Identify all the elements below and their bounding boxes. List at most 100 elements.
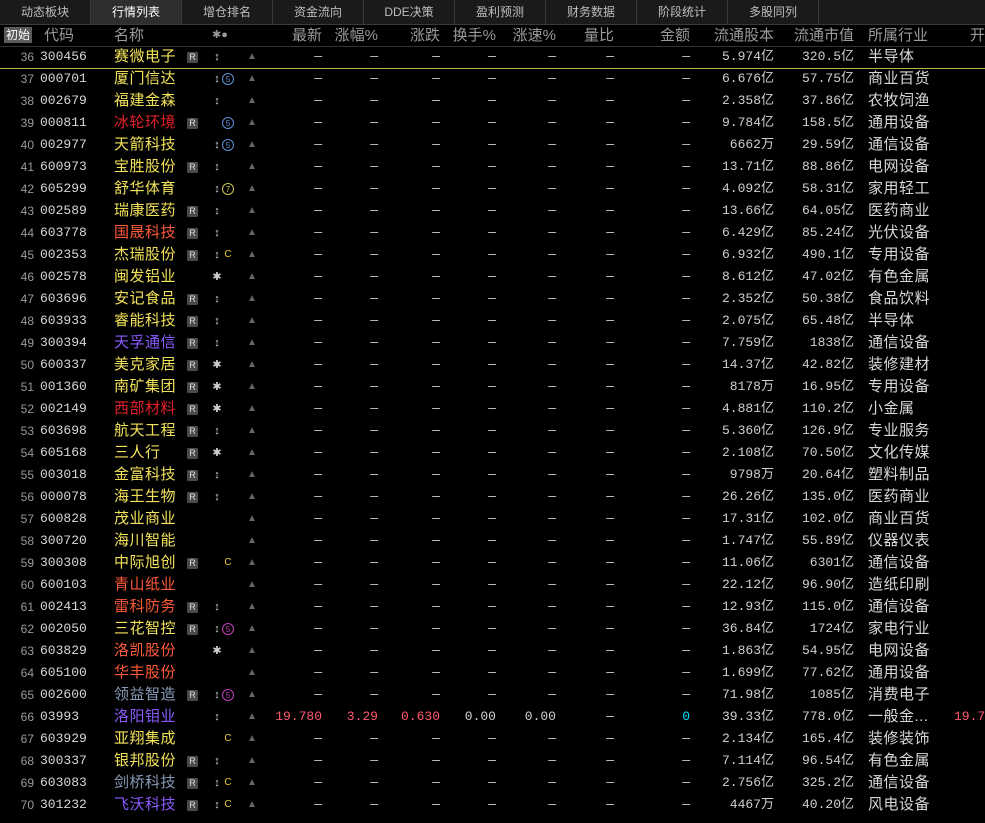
latest-price: — [314, 247, 322, 262]
table-row[interactable]: 42 605299 舒华体育 ▲ — — — — — — — 4.092亿 58.31亿 家用轻工 ↕ 7 [0, 178, 985, 200]
table-row[interactable]: 70 301232 飞沃科技 ▲ — — — — — — — 4467万 40.20亿 风电设备 R ↕ C [0, 794, 985, 816]
stock-code: 300337 [40, 753, 87, 768]
turnover-rate: — [488, 775, 496, 790]
rise-speed: — [548, 577, 556, 592]
table-row[interactable]: 63 603829 洛凯股份 ▲ — — — — — — — 1.863亿 54.95亿 电网设备 ✱ [0, 640, 985, 662]
tab-3[interactable]: 增仓排名 [182, 0, 273, 24]
float-shares: 7.759亿 [721, 335, 774, 350]
turnover-rate: — [488, 181, 496, 196]
table-row[interactable]: 47 603696 安记食品 ▲ — — — — — — — 2.352亿 50.38亿 食品饮料 R ↕ [0, 288, 985, 310]
row-index: 38 [20, 94, 34, 108]
trade-amount: — [682, 335, 690, 350]
col-pct[interactable]: 涨幅% [326, 25, 378, 46]
tab-2[interactable]: 行情列表 [91, 0, 182, 24]
tab-7[interactable]: 财务数据 [546, 0, 637, 24]
stock-name: 宝胜股份 [114, 158, 177, 175]
col-industry[interactable]: 所属行业 [868, 25, 928, 46]
rise-speed: — [548, 511, 556, 526]
col-speed[interactable]: 涨速% [500, 25, 556, 46]
bell-icon: ▲ [247, 513, 257, 524]
updown-icon: ↕ [214, 139, 220, 151]
latest-price: — [314, 93, 322, 108]
table-row[interactable]: 58 300720 海川智能 ▲ — — — — — — — 1.747亿 55.89亿 仪器仪表 [0, 530, 985, 552]
table-row[interactable]: 38 002679 福建金森 ▲ — — — — — — — 2.358亿 37.86亿 农牧饲渔 ↕ [0, 90, 985, 112]
stock-name: 洛阳钼业 [114, 708, 177, 725]
tab-6[interactable]: 盈利预测 [455, 0, 546, 24]
table-row[interactable]: 50 600337 美克家居 ▲ — — — — — — — 14.37亿 42.82亿 装修建材 R ✱ [0, 354, 985, 376]
trade-amount: — [682, 137, 690, 152]
table-row[interactable]: 53 603698 航天工程 ▲ — — — — — — — 5.360亿 126.9亿 专业服务 R ↕ [0, 420, 985, 442]
turnover-rate: — [488, 225, 496, 240]
table-row[interactable]: 61 002413 雷科防务 ▲ — — — — — — — 12.93亿 115.0亿 通信设备 R ↕ [0, 596, 985, 618]
table-row[interactable]: 56 000078 海王生物 ▲ — — — — — — — 26.26亿 135.0亿 医药商业 R ↕ [0, 486, 985, 508]
table-row[interactable]: 40 002977 天箭科技 ▲ — — — — — — — 6662万 29.59亿 通信设备 ↕ 5 [0, 134, 985, 156]
bell-icon: ▲ [247, 623, 257, 634]
table-row[interactable]: 39 000811 冰轮环境 ▲ — — — — — — — 9.784亿 158.5亿 通用设备 R 5 [0, 112, 985, 134]
table-row[interactable]: 65 002600 领益智造 ▲ — — — — — — — 71.98亿 1085亿 消费电子 R ↕ 5 [0, 684, 985, 706]
latest-price: — [314, 753, 322, 768]
latest-price: — [314, 203, 322, 218]
rise-speed: — [548, 753, 556, 768]
col-float-shares[interactable]: 流通股本 [694, 25, 774, 46]
table-row[interactable]: 36 300456 赛微电子 ▲ — — — — — — — 5.974亿 320.5亿 半导体 R ↕ [0, 46, 985, 69]
col-icons[interactable]: ✱● [212, 25, 228, 46]
rise-speed: — [548, 489, 556, 504]
rise-speed: — [548, 797, 556, 812]
table-row[interactable]: 54 605168 三人行 ▲ — — — — — — — 2.108亿 70.50亿 文化传媒 R ✱ [0, 442, 985, 464]
table-row[interactable]: 51 001360 南矿集团 ▲ — — — — — — — 8178万 16.95亿 专用设备 R ✱ [0, 376, 985, 398]
col-turnover[interactable]: 换手% [444, 25, 496, 46]
float-shares: 6.429亿 [721, 225, 774, 240]
row-index: 62 [20, 622, 34, 636]
volume-ratio: — [606, 423, 614, 438]
table-row[interactable]: 64 605100 华丰股份 ▲ — — — — — — — 1.699亿 77.62亿 通用设备 [0, 662, 985, 684]
table-row[interactable]: 49 300394 天孚通信 ▲ — — — — — — — 7.759亿 1838亿 通信设备 R ↕ [0, 332, 985, 354]
industry: 光伏设备 [868, 224, 931, 241]
col-open[interactable]: 开 [970, 25, 985, 46]
table-row[interactable]: 57 600828 茂业商业 ▲ — — — — — — — 17.31亿 102.0亿 商业百货 [0, 508, 985, 530]
table-row[interactable]: 48 603933 睿能科技 ▲ — — — — — — — 2.075亿 65.48亿 半导体 R ↕ [0, 310, 985, 332]
table-row[interactable]: 59 300308 中际旭创 ▲ — — — — — — — 11.06亿 6301亿 通信设备 R C [0, 552, 985, 574]
table-row[interactable]: 67 603929 亚翔集成 ▲ — — — — — — — 2.134亿 165.4亿 装修装饰 C [0, 728, 985, 750]
table-row[interactable]: 41 600973 宝胜股份 ▲ — — — — — — — 13.71亿 88.86亿 电网设备 R ↕ [0, 156, 985, 178]
tab-8[interactable]: 阶段统计 [637, 0, 728, 24]
updown-icon: ↕ [214, 491, 220, 503]
table-row[interactable]: 69 603083 剑桥科技 ▲ — — — — — — — 2.756亿 325.2亿 通信设备 R ↕ C [0, 772, 985, 794]
table-row[interactable]: 60 600103 青山纸业 ▲ — — — — — — — 22.12亿 96.90亿 造纸印刷 [0, 574, 985, 596]
tab-5[interactable]: DDE决策 [364, 0, 455, 24]
col-amount[interactable]: 金额 [620, 25, 690, 46]
table-row[interactable]: 52 002149 西部材料 ▲ — — — — — — — 4.881亿 110.2亿 小金属 R ✱ [0, 398, 985, 420]
init-button[interactable]: 初始 [4, 27, 32, 43]
latest-price: — [314, 269, 322, 284]
row-index: 65 [20, 688, 34, 702]
rise-speed: — [548, 247, 556, 262]
table-row[interactable]: 62 002050 三花智控 ▲ — — — — — — — 36.84亿 1724亿 家电行业 R ↕ 5 [0, 618, 985, 640]
latest-price: — [314, 335, 322, 350]
row-index: 53 [20, 424, 34, 438]
industry: 造纸印刷 [868, 576, 931, 593]
turnover-rate: — [488, 313, 496, 328]
table-row[interactable]: 68 300337 银邦股份 ▲ — — — — — — — 7.114亿 96.54亿 有色金属 R ↕ [0, 750, 985, 772]
rzrq-badge: R [187, 360, 198, 371]
table-row[interactable]: 44 603778 国晟科技 ▲ — — — — — — — 6.429亿 85.24亿 光伏设备 R ↕ [0, 222, 985, 244]
table-row[interactable]: 66 03993 洛阳钼业 ▲ 19.780 3.29 0.630 0.00 0.00 — 0 39.… [0, 706, 985, 728]
col-name[interactable]: 名称 [114, 25, 144, 46]
col-float-value[interactable]: 流通市值 [780, 25, 854, 46]
bell-icon: ▲ [247, 799, 257, 810]
trade-amount: — [682, 203, 690, 218]
tab-1[interactable]: 动态板块 [0, 0, 91, 24]
volume-ratio: — [606, 753, 614, 768]
tab-9[interactable]: 多股同列 [728, 0, 819, 24]
table-row[interactable]: 37 000701 厦门信达 ▲ — — — — — — — 6.676亿 57.75亿 商业百货 ↕ 5 [0, 68, 985, 90]
table-row[interactable]: 55 003018 金富科技 ▲ — — — — — — — 9798万 20.64亿 塑料制品 R ↕ [0, 464, 985, 486]
row-index: 58 [20, 534, 34, 548]
col-latest[interactable]: 最新 [262, 25, 322, 46]
table-row[interactable]: 43 002589 瑞康医药 ▲ — — — — — — — 13.66亿 64.05亿 医药商业 R ↕ [0, 200, 985, 222]
tab-4[interactable]: 资金流向 [273, 0, 364, 24]
col-vol-ratio[interactable]: 量比 [560, 25, 614, 46]
table-row[interactable]: 46 002578 闽发铝业 ▲ — — — — — — — 8.612亿 47.02亿 有色金属 ✱ [0, 266, 985, 288]
col-code[interactable]: 代码 [44, 25, 74, 46]
float-shares: 8.612亿 [721, 269, 774, 284]
table-row[interactable]: 45 002353 杰瑞股份 ▲ — — — — — — — 6.932亿 490.1亿 专用设备 R ↕ C [0, 244, 985, 266]
row-index: 56 [20, 490, 34, 504]
col-change[interactable]: 涨跌 [384, 25, 440, 46]
